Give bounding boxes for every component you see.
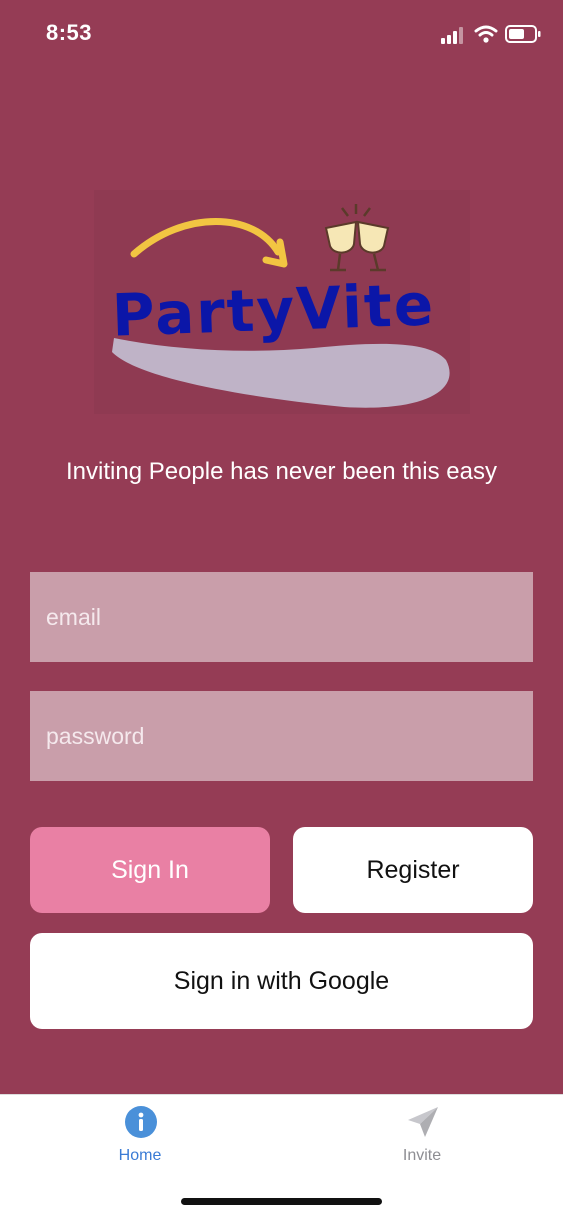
google-sign-in-button[interactable]: Sign in with Google (30, 933, 533, 1029)
tab-invite[interactable]: Invite (322, 1095, 522, 1185)
password-input[interactable] (30, 691, 533, 781)
battery-icon (505, 25, 541, 43)
tagline: Inviting People has never been this easy (66, 458, 497, 485)
info-icon (125, 1106, 157, 1138)
register-button[interactable]: Register (293, 827, 533, 913)
partyvite-logo: PartyVite (94, 190, 470, 414)
sign-in-button[interactable]: Sign In (30, 827, 270, 913)
email-input[interactable] (30, 572, 533, 662)
wifi-icon (474, 25, 498, 43)
logo-wordmark: PartyVite (111, 270, 436, 349)
tab-invite-label: Invite (402, 1147, 442, 1164)
home-indicator (181, 1198, 382, 1205)
status-time: 8:53 (46, 20, 93, 45)
cellular-signal-icon (441, 27, 463, 44)
status-bar: 8:53 (0, 0, 563, 70)
tab-home[interactable]: Home (40, 1095, 240, 1185)
paper-plane-icon (408, 1107, 438, 1137)
status-icons (441, 22, 541, 46)
tab-home-label: Home (118, 1147, 162, 1164)
